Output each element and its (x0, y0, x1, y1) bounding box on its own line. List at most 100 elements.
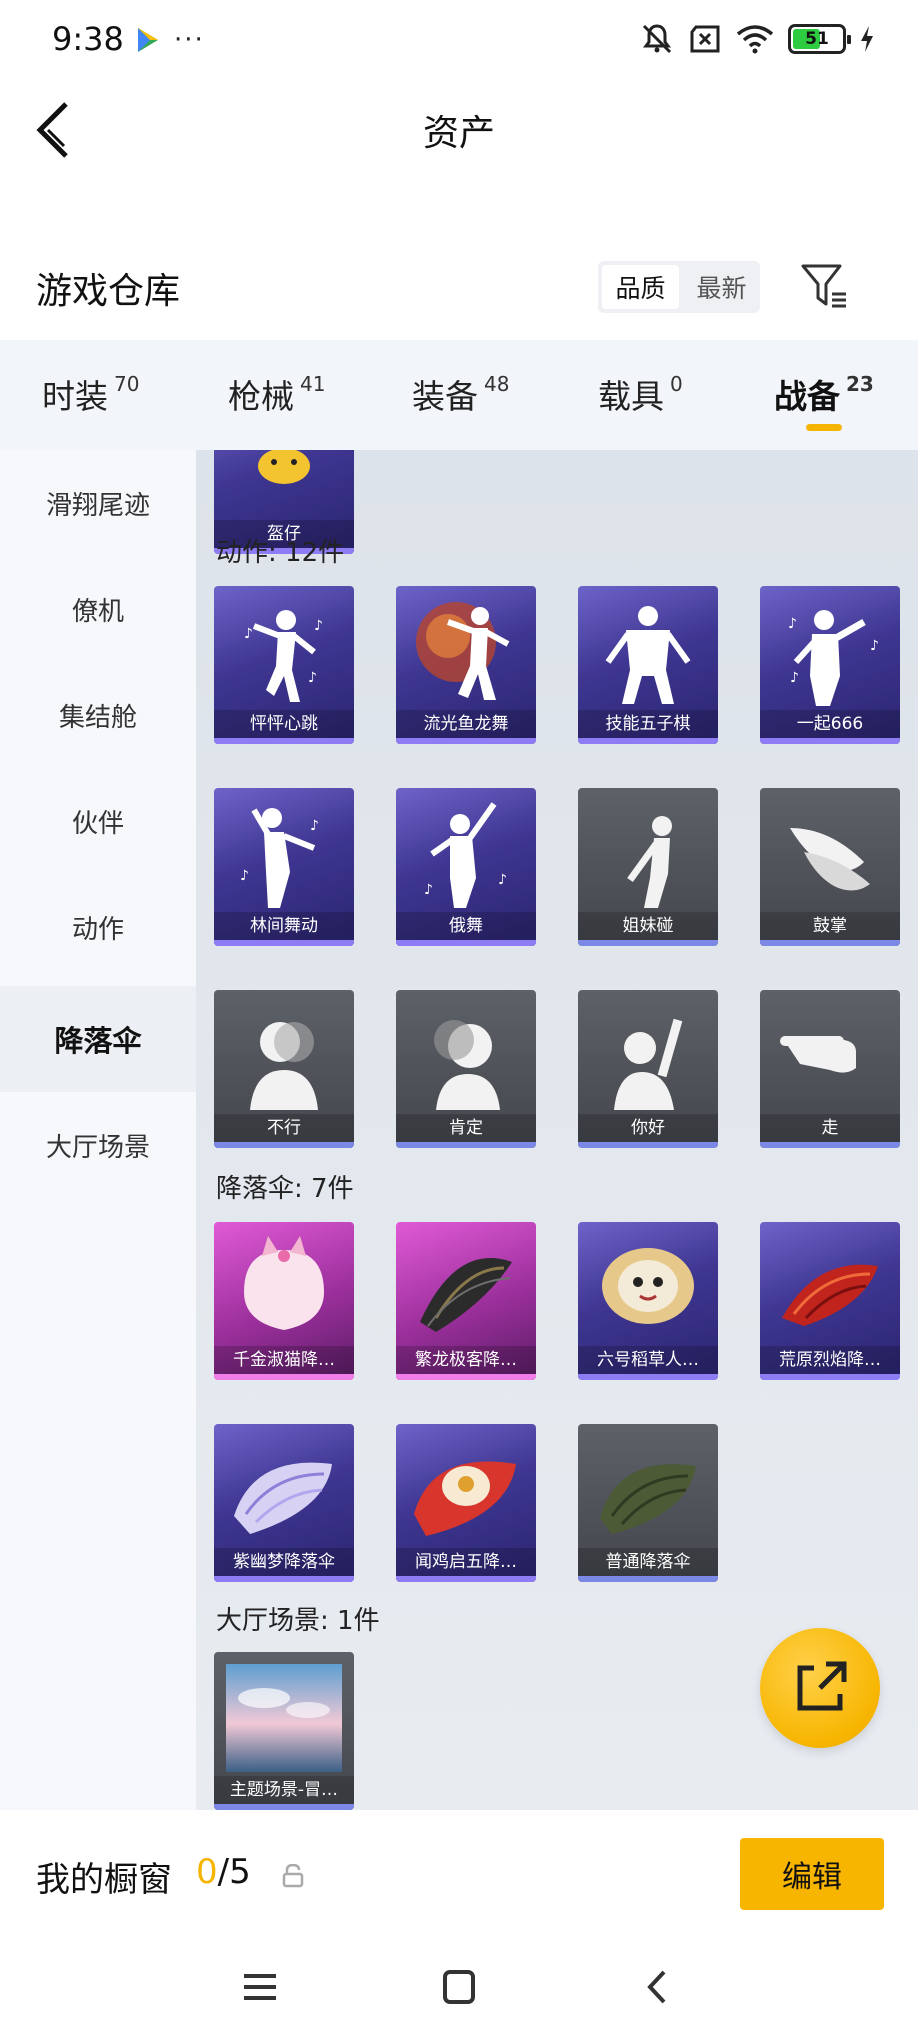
item-card[interactable]: 姐妹碰 (578, 788, 718, 946)
item-grid-area: 盔仔 动作: 12件 ♪ ♪ ♪ 怦怦心跳 流光鱼龙舞 技能五子棋 ♪ ♪ ♪ … (196, 450, 918, 1810)
rarity-bar (396, 1576, 536, 1582)
back-icon[interactable] (628, 1962, 688, 2012)
sort-by-newest[interactable]: 最新 (683, 261, 760, 313)
showcase-title: 我的橱窗 (36, 1860, 172, 1900)
tab-count: 41 (300, 372, 326, 396)
item-name: 林间舞动 (214, 912, 354, 940)
item-card[interactable]: 主题场景-冒… (214, 1652, 354, 1810)
battery-icon: 51 (788, 24, 851, 54)
svg-text:♪: ♪ (240, 868, 249, 884)
item-name: 千金淑猫降… (214, 1346, 354, 1374)
item-card[interactable]: 技能五子棋 (578, 586, 718, 744)
item-name: 流光鱼龙舞 (396, 710, 536, 738)
item-card[interactable]: ♪ ♪ 林间舞动 (214, 788, 354, 946)
rarity-bar (214, 1142, 354, 1148)
item-name: 六号稻草人… (578, 1346, 718, 1374)
section-label-lobby-scenes: 大厅场景: 1件 (216, 1606, 380, 1636)
showcase-bar: 我的橱窗 0/5 编辑 (0, 1810, 918, 1940)
parachute-scarecrow-art (602, 1248, 694, 1324)
item-card[interactable]: 六号稻草人… (578, 1222, 718, 1380)
item-card[interactable]: 闻鸡启五降… (396, 1424, 536, 1582)
rarity-bar (578, 1142, 718, 1148)
status-bar: 9:38 ··· 51 (0, 0, 918, 84)
edit-button[interactable]: 编辑 (740, 1838, 884, 1910)
tab-count: 23 (846, 372, 874, 396)
item-name: 鼓掌 (760, 912, 900, 940)
item-card[interactable]: 不行 (214, 990, 354, 1148)
rarity-bar (214, 1576, 354, 1582)
svg-text:♪: ♪ (308, 670, 317, 686)
showcase-count: 0/5 (196, 1852, 251, 1892)
rarity-bar (396, 1142, 536, 1148)
emote-clap-art (790, 828, 870, 891)
rarity-bar (578, 1374, 718, 1380)
item-card[interactable]: 流光鱼龙舞 (396, 586, 536, 744)
scene-ocean-art (226, 1664, 342, 1772)
item-name: 不行 (214, 1114, 354, 1142)
item-card[interactable]: 肯定 (396, 990, 536, 1148)
page-title: 资产 (422, 113, 495, 154)
rarity-bar (396, 1374, 536, 1380)
emote-forest-dance-art: ♪ ♪ (240, 808, 319, 908)
sidebar-item-emote[interactable]: 动作 (0, 874, 196, 980)
item-card[interactable]: 普通降落伞 (578, 1424, 718, 1582)
rarity-bar (578, 1576, 718, 1582)
filter-icon[interactable] (800, 262, 850, 312)
tab-weapons[interactable]: 枪械 41 (228, 370, 325, 418)
app-root: 9:38 ··· 51 资产 游戏仓库 品质 最新 时装 70 枪械 41 装备… (0, 0, 918, 2040)
item-name: 技能五子棋 (578, 710, 718, 738)
svg-text:♪: ♪ (788, 616, 797, 632)
section-label-parachutes: 降落伞: 7件 (216, 1174, 354, 1204)
item-card[interactable]: 千金淑猫降… (214, 1222, 354, 1380)
parachute-cat-art (244, 1236, 324, 1330)
svg-text:♪: ♪ (790, 670, 799, 686)
sidebar: 滑翔尾迹 僚机 集结舱 伙伴 动作 降落伞 大厅场景 (0, 450, 196, 1810)
emote-bump-art (627, 816, 672, 908)
item-card[interactable]: 鼓掌 (760, 788, 900, 946)
item-name: 一起666 (760, 710, 900, 738)
menu-icon[interactable] (230, 1962, 290, 2012)
item-card[interactable]: 荒原烈焰降… (760, 1222, 900, 1380)
rarity-bar (578, 940, 718, 946)
sidebar-item-wingman[interactable]: 僚机 (0, 556, 196, 662)
header: 资产 (0, 84, 918, 176)
share-icon (797, 1661, 847, 1711)
battery-level: 51 (805, 29, 829, 49)
svg-text:♪: ♪ (870, 638, 879, 654)
warehouse-title: 游戏仓库 (36, 271, 181, 312)
sidebar-item-lobby-scene[interactable]: 大厅场景 (0, 1092, 196, 1198)
sidebar-item-assembly-pod[interactable]: 集结舱 (0, 662, 196, 768)
item-name: 姐妹碰 (578, 912, 718, 940)
svg-text:♪: ♪ (244, 626, 253, 642)
item-card[interactable]: 你好 (578, 990, 718, 1148)
tab-equipment[interactable]: 装备 48 (412, 370, 509, 418)
tab-fashion[interactable]: 时装 70 (42, 370, 139, 418)
share-button[interactable] (760, 1628, 880, 1748)
item-card[interactable]: ♪ ♪ ♪ 怦怦心跳 (214, 586, 354, 744)
sort-by-quality[interactable]: 品质 (602, 265, 679, 309)
item-card[interactable]: ♪ ♪ ♪ 一起666 (760, 586, 900, 744)
tab-label: 枪械 (228, 377, 294, 416)
item-name: 怦怦心跳 (214, 710, 354, 738)
rarity-bar (760, 940, 900, 946)
tab-battle-prep[interactable]: 战备 23 (774, 370, 874, 418)
item-card[interactable]: 繁龙极客降… (396, 1222, 536, 1380)
mute-icon (642, 24, 672, 54)
tab-label: 载具 (598, 377, 664, 416)
tab-label: 时装 (42, 377, 108, 416)
sidebar-item-companion[interactable]: 伙伴 (0, 768, 196, 874)
item-card[interactable]: ♪ ♪ 俄舞 (396, 788, 536, 946)
home-icon[interactable] (429, 1962, 489, 2012)
svg-text:♪: ♪ (424, 882, 433, 898)
tab-label: 战备 (774, 377, 840, 416)
emote-ballet-art: ♪ ♪ (424, 802, 507, 908)
tab-count: 70 (114, 372, 140, 396)
tab-vehicles[interactable]: 载具 0 (598, 370, 683, 418)
no-sim-icon (690, 25, 720, 53)
sidebar-item-glide-trail[interactable]: 滑翔尾迹 (0, 450, 196, 556)
parachute-flame-art (782, 1264, 878, 1326)
item-name: 紫幽梦降落伞 (214, 1548, 354, 1576)
sidebar-item-parachute[interactable]: 降落伞 (0, 986, 196, 1092)
item-card[interactable]: 紫幽梦降落伞 (214, 1424, 354, 1582)
item-card[interactable]: 走 (760, 990, 900, 1148)
